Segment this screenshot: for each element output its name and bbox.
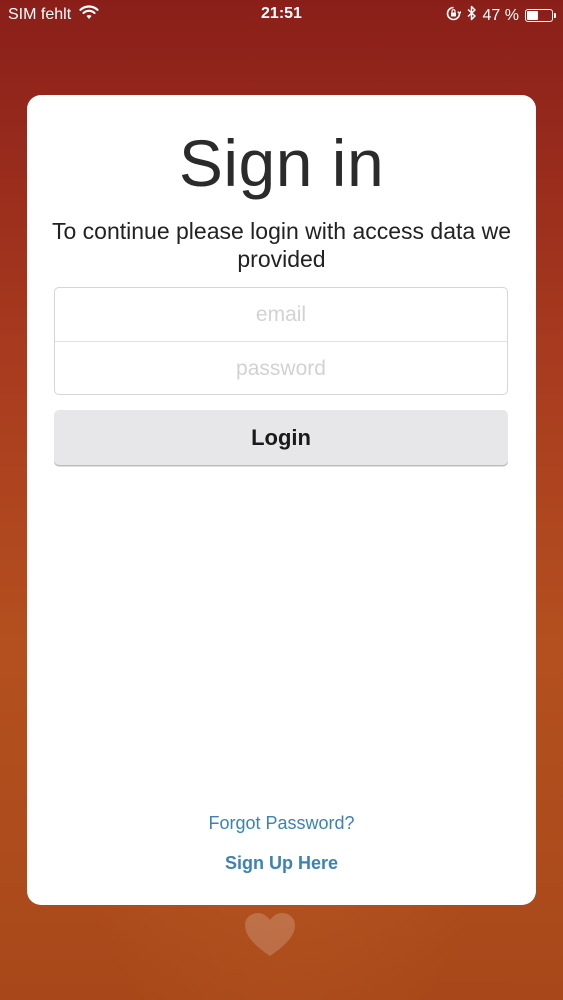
password-field[interactable] [55, 342, 507, 396]
page-subtitle: To continue please login with access dat… [51, 218, 511, 272]
status-bar: SIM fehlt 21:51 47 % [0, 0, 563, 30]
status-right: 47 % [446, 5, 556, 26]
page-title: Sign in [178, 126, 385, 200]
email-field[interactable] [55, 288, 507, 342]
brand-logo-icon [241, 910, 299, 960]
battery-fill [527, 11, 538, 20]
credentials-group [54, 287, 508, 396]
orientation-lock-icon [446, 6, 462, 26]
login-button[interactable]: Login [54, 410, 508, 465]
battery-percent: 47 % [482, 6, 519, 24]
sign-up-link[interactable]: Sign Up Here [0, 853, 563, 874]
forgot-password-link[interactable]: Forgot Password? [0, 813, 563, 834]
bluetooth-icon [467, 5, 477, 26]
battery-icon [525, 9, 556, 22]
